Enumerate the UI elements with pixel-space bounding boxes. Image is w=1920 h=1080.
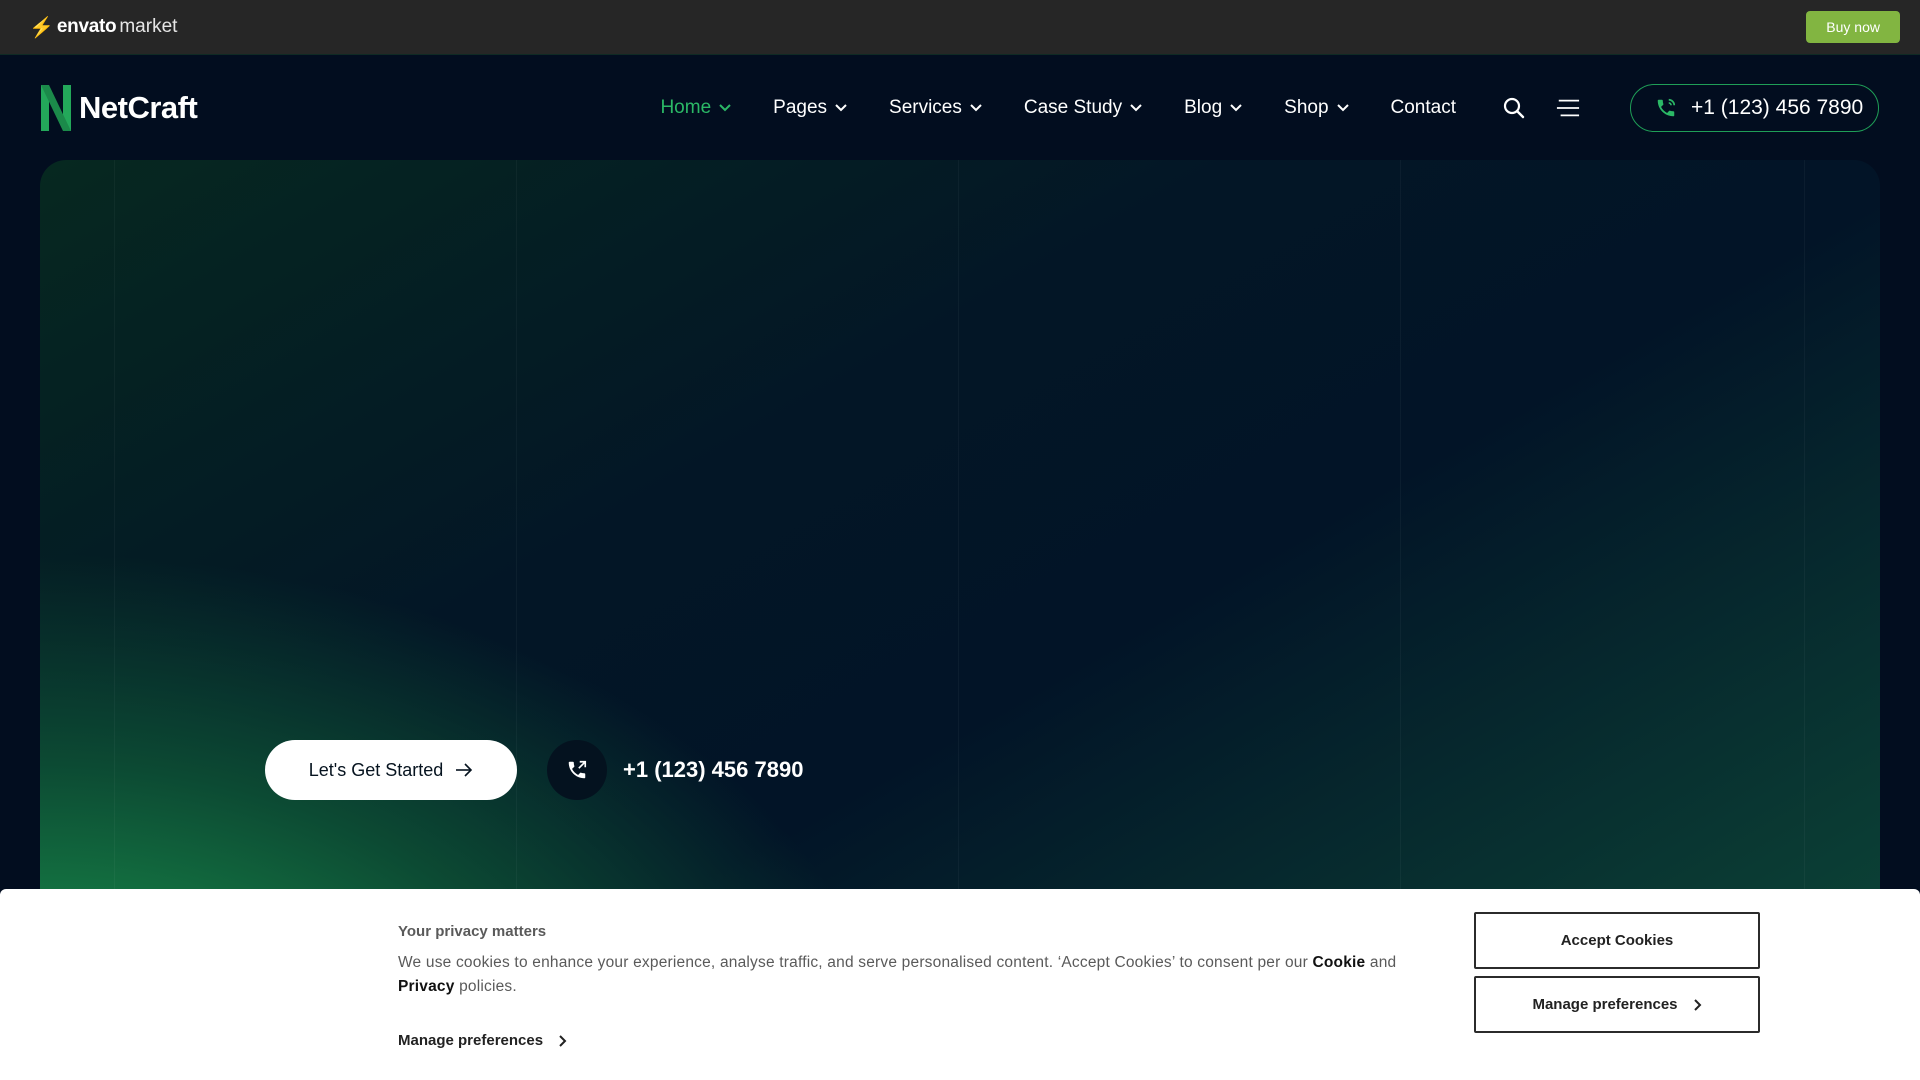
site-logo[interactable]: NetCraft (41, 84, 198, 131)
main-nav: Home Pages Services Case Study Blog Shop… (660, 97, 1456, 119)
chevron-down-icon (970, 103, 982, 111)
chevron-right-icon (559, 1034, 567, 1047)
manage-preferences-button[interactable]: Manage preferences (1474, 976, 1760, 1033)
manage-preferences-link-label: Manage preferences (398, 1032, 544, 1049)
chevron-down-icon (835, 103, 847, 111)
nav-item-label: Shop (1284, 96, 1329, 118)
nav-item-home[interactable]: Home (660, 97, 731, 119)
nav-item-blog[interactable]: Blog (1184, 97, 1242, 119)
nav-item-label: Blog (1184, 96, 1223, 118)
hero-call-button[interactable] (547, 740, 607, 800)
site-header: NetCraft Home Pages Services Case Study … (0, 54, 1920, 160)
nav-item-label: Pages (773, 96, 828, 118)
privacy-policy-link[interactable]: Privacy (398, 978, 455, 995)
cookie-text: We use cookies to enhance your experienc… (398, 951, 1418, 999)
nav-item-pages[interactable]: Pages (773, 97, 847, 119)
cookie-text-and: and (1365, 954, 1397, 971)
chevron-right-icon (1693, 998, 1701, 1011)
nav-item-case-study[interactable]: Case Study (1024, 97, 1142, 119)
envato-logo[interactable]: ⚡ envato market (29, 15, 177, 40)
phone-icon (1657, 98, 1676, 116)
cookie-policy-link[interactable]: Cookie (1313, 954, 1366, 971)
cookie-title: Your privacy matters (398, 923, 547, 940)
cookie-text-body: We use cookies to enhance your experienc… (398, 954, 1313, 971)
chevron-down-icon (719, 103, 731, 111)
header-tools (1502, 96, 1580, 120)
nav-item-label: Contact (1390, 96, 1456, 118)
envato-top-bar: ⚡ envato market Buy now (0, 0, 1920, 54)
chevron-down-icon (1336, 103, 1349, 111)
phone-call-icon (568, 760, 587, 779)
manage-preferences-link[interactable]: Manage preferences (398, 1032, 567, 1049)
arrow-right-icon (456, 763, 473, 777)
manage-preferences-button-label: Manage preferences (1532, 996, 1678, 1013)
nav-item-label: Case Study (1023, 96, 1123, 118)
get-started-button[interactable]: Let's Get Started (265, 740, 517, 800)
cookie-text-end: policies. (454, 978, 517, 995)
nav-item-shop[interactable]: Shop (1284, 96, 1349, 119)
nav-item-contact[interactable]: Contact (1391, 97, 1456, 119)
menu-icon[interactable] (1556, 96, 1580, 120)
hero-phone-number[interactable]: +1 (123) 456 7890 (623, 757, 803, 783)
hero-cta-row: Let's Get Started +1 (123) 456 7890 (265, 740, 803, 800)
search-icon[interactable] (1502, 96, 1526, 120)
chevron-down-icon (1130, 103, 1142, 111)
header-phone-number: +1 (123) 456 7890 (1691, 95, 1864, 119)
envato-leaf-icon: ⚡ (29, 16, 54, 39)
nav-item-label: Services (889, 96, 962, 118)
envato-brand: envato (56, 16, 117, 37)
nav-item-services[interactable]: Services (889, 97, 982, 119)
get-started-label: Let's Get Started (308, 759, 444, 780)
nav-item-label: Home (660, 96, 712, 118)
chevron-down-icon (1230, 103, 1242, 111)
cookie-banner: Your privacy matters We use cookies to e… (0, 889, 1920, 1080)
netcraft-logo-icon (41, 84, 71, 131)
buy-now-button[interactable]: Buy now (1806, 11, 1900, 43)
accept-cookies-button[interactable]: Accept Cookies (1474, 912, 1760, 969)
envato-market: market (119, 16, 178, 37)
logo-name: NetCraft (79, 89, 198, 125)
header-phone-button[interactable]: +1 (123) 456 7890 (1630, 83, 1879, 132)
